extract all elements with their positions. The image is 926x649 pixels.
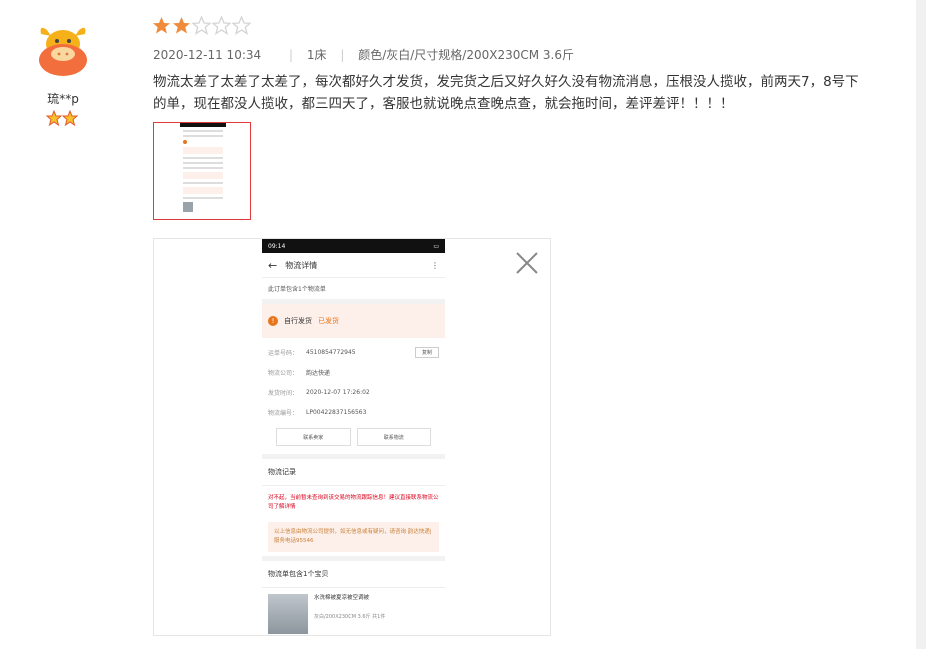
detail-row: 物流公司： 韵达快递 <box>268 369 331 377</box>
items-heading: 物流单包含1个宝贝 <box>262 561 445 588</box>
divider: | <box>288 48 294 62</box>
warning-text: 对不起，当前暂未查询到该交易的物流跟踪信息！建议直接联系物流公司了解详情 <box>268 495 439 510</box>
shipping-status-text: 已发货 <box>318 317 339 325</box>
info-icon: ! <box>268 316 278 326</box>
review-spec: 颜色/灰白/尺寸规格/200X230CM 3.6斤 <box>358 48 574 62</box>
thumbnail-content <box>180 123 226 219</box>
shipping-status: ! 自行发货 已发货 <box>262 304 445 338</box>
level-star-icon <box>62 110 78 126</box>
star-empty-icon <box>212 16 231 35</box>
item-spec: 灰白/200X230CM 3.6斤 共1件 <box>314 614 386 620</box>
review-image-thumbnail[interactable] <box>153 122 251 220</box>
item-title: 水洗棉被夏凉被空调被 <box>314 595 370 601</box>
info-note: 以上信息由物流公司提供，如无信息或有疑问，请咨询 韵达快递|服务电话95546 <box>268 522 439 552</box>
review-date: 2020-12-11 10:34 <box>153 48 262 62</box>
review-text: 物流太差了太差了太差了，每次都好久才发货，发完货之后又好久好久没有物流消息，压根… <box>153 74 859 112</box>
detail-row: 运单号码： 4510854772945 复制 <box>268 342 439 362</box>
star-empty-icon <box>232 16 251 35</box>
phone-status-bar: 09:14 ▭ <box>262 239 445 253</box>
status-time: 09:14 <box>268 242 286 250</box>
battery-icon: ▭ <box>433 242 439 250</box>
rating-stars <box>152 16 251 35</box>
close-preview-icon[interactable] <box>512 248 542 278</box>
item-row: 水洗棉被夏凉被空调被 灰白/200X230CM 3.6斤 共1件 <box>262 588 445 635</box>
contact-seller-label: 联系卖家 <box>276 428 351 446</box>
contact-logistics-label: 联系物流 <box>356 428 431 446</box>
preview-screenshot: 09:14 ▭ ← 物流详情 ⋮ 此订单包含1个物流单 ! 自行发货 已发货 运… <box>262 239 445 635</box>
star-filled-icon <box>153 17 170 34</box>
scrollbar-track[interactable] <box>916 0 926 649</box>
back-arrow-icon: ← <box>268 258 278 272</box>
review-quantity: 1床 <box>306 48 327 62</box>
shipping-label: 自行发货 <box>284 317 312 325</box>
records-heading: 物流记录 <box>262 459 445 486</box>
review-image-preview: 09:14 ▭ ← 物流详情 ⋮ 此订单包含1个物流单 ! 自行发货 已发货 运… <box>153 238 551 636</box>
detail-row: 物流编号： LP00422837156563 <box>268 408 367 417</box>
star-filled-icon <box>173 17 190 34</box>
more-icon: ⋮ <box>431 260 439 270</box>
review-meta: 2020-12-11 10:34 | 1床 | 颜色/灰白/尺寸规格/200X2… <box>153 46 574 63</box>
preview-header: ← 物流详情 ⋮ <box>262 253 445 278</box>
preview-subtitle: 此订单包含1个物流单 <box>262 278 445 304</box>
user-level-badges <box>46 110 78 126</box>
shipping-details: 运单号码： 4510854772945 复制 物流公司： 韵达快递 发货时间： … <box>262 338 445 426</box>
copy-label: 复制 <box>414 346 439 358</box>
avatar <box>39 27 87 76</box>
divider: | <box>340 48 345 62</box>
detail-row: 发货时间： 2020-12-07 17:26:02 <box>268 388 370 397</box>
level-star-icon <box>46 110 62 126</box>
star-empty-icon <box>192 16 211 35</box>
contact-buttons: 联系卖家 联系物流 <box>262 426 445 454</box>
username: 琉**p <box>47 92 79 106</box>
item-image <box>268 594 308 634</box>
preview-title: 物流详情 <box>285 260 318 270</box>
